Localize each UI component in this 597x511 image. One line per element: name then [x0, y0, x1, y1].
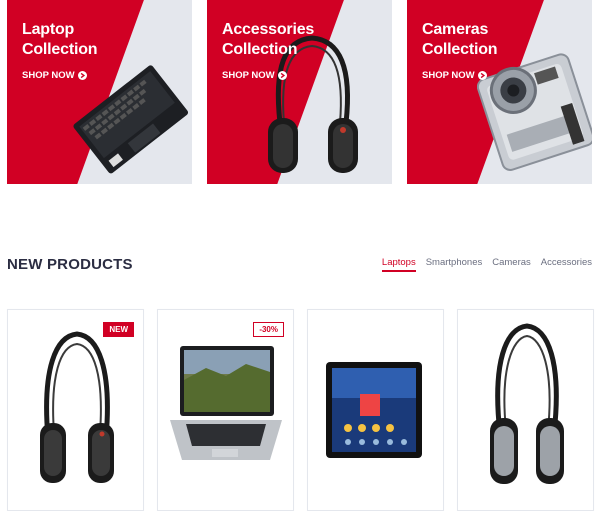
shop-now-link[interactable]: SHOP NOW [22, 70, 87, 81]
section-title: NEW PRODUCTS [7, 256, 133, 273]
product-card[interactable]: -30% [157, 309, 294, 511]
shop-now-label: SHOP NOW [422, 70, 475, 81]
tab-laptops[interactable]: Laptops [381, 257, 416, 272]
collection-title: Cameras Collection [422, 20, 498, 60]
collection-title-line2: Collection [22, 41, 98, 58]
headphones-image [490, 323, 564, 484]
collection-cameras[interactable]: Cameras Collection SHOP NOW [407, 0, 592, 184]
product-card[interactable] [307, 309, 444, 511]
shop-now-link[interactable]: SHOP NOW [422, 70, 487, 81]
collection-accessories[interactable]: Accessories Collection SHOP NOW [207, 0, 392, 184]
headphones-image [40, 331, 114, 483]
shop-now-label: SHOP NOW [222, 70, 275, 81]
collection-title-line1: Accessories [222, 21, 315, 38]
arrow-circle-right-icon [277, 71, 287, 80]
tab-smartphones[interactable]: Smartphones [426, 257, 483, 272]
collection-title-line2: Collection [422, 41, 498, 58]
laptop-image [170, 346, 282, 460]
arrow-circle-right-icon [477, 71, 487, 80]
product-card[interactable] [457, 309, 594, 511]
collection-laptop[interactable]: Laptop Collection SHOP NOW [7, 0, 192, 184]
collection-title-line1: Cameras [422, 21, 489, 38]
arrow-circle-right-icon [77, 71, 87, 80]
product-label-sale: -30% [253, 322, 284, 337]
tablet-image [326, 362, 422, 458]
collection-title-line1: Laptop [22, 21, 75, 38]
product-card[interactable]: NEW [7, 309, 144, 511]
collection-title: Accessories Collection [222, 20, 314, 60]
shop-now-link[interactable]: SHOP NOW [222, 70, 287, 81]
camera-image [477, 53, 592, 171]
tab-cameras[interactable]: Cameras [492, 257, 531, 272]
tab-accessories[interactable]: Accessories [541, 257, 592, 272]
shop-now-label: SHOP NOW [22, 70, 75, 81]
product-tabs: Laptops Smartphones Cameras Accessories [381, 257, 592, 272]
collection-title: Laptop Collection [22, 20, 98, 60]
collection-title-line2: Collection [222, 41, 298, 58]
